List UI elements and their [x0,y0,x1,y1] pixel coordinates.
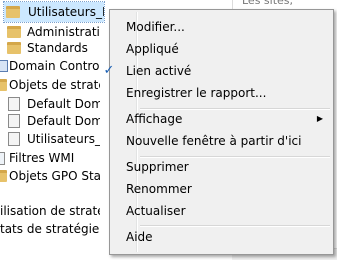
tree-item-label: Domain Contro [9,59,100,73]
menu-item-renommer[interactable]: Renommer [112,178,331,200]
menu-item-label: Modifier... [126,20,185,34]
folder-icon [0,79,7,91]
tree-item-label: Objets de straté [9,78,100,92]
tree-item-domain-controllers[interactable]: Domain Contro [0,56,100,76]
menu-item-nouvelle-fenetre[interactable]: Nouvelle fenêtre à partir d'ici [112,130,331,152]
menu-item-label: Supprimer [126,160,189,174]
checkmark-icon: ✓ [103,63,115,78]
menu-item-modifier[interactable]: Modifier... [112,16,331,38]
menu-item-label: Lien activé [126,64,192,78]
submenu-arrow-icon: ▶ [316,114,323,123]
menu-item-actualiser[interactable]: Actualiser [112,200,331,222]
gpo-icon [8,114,20,128]
tree-item-label: Utilisateurs_IF [28,5,104,19]
tree-item-label: Objets GPO Star [9,169,100,183]
folder-icon [7,26,21,38]
tree-item-label: Filtres WMI [9,151,75,165]
gpo-icon [8,132,20,146]
menu-item-label: Appliqué [126,42,179,56]
menu-item-label: Renommer [126,182,192,196]
tree-bottom-line-2: tats de stratégie d [0,219,100,239]
folder-icon [0,170,7,182]
menu-item-enregistrer-rapport[interactable]: Enregistrer le rapport... [112,82,331,104]
menu-item-label: Actualiser [126,204,186,218]
tree-item-label: Standards [27,41,88,55]
tree-item-label: Utilisateurs_ [27,132,100,146]
folder-icon [7,42,21,54]
folder-icon [6,6,20,18]
wmi-icon [0,152,5,165]
menu-item-label: Aide [126,230,153,244]
menu-item-label: Affichage [126,112,183,126]
tree-item-utilisateurs-if[interactable]: Utilisateurs_IF [3,1,105,23]
menu-item-applique[interactable]: Appliqué [112,38,331,60]
tree-item-standards[interactable]: Standards [4,38,104,58]
tree-item-objets-gpo-starter[interactable]: Objets GPO Star [0,166,100,186]
tree-item-objets-de-strategie[interactable]: Objets de straté [0,75,100,95]
menu-item-label: Enregistrer le rapport... [126,86,267,100]
menu-item-label: Nouvelle fenêtre à partir d'ici [126,134,302,148]
console-tree: Utilisateurs_IF Administrati Standards D… [0,0,105,259]
tree-bottom-text: tats de stratégie d [0,222,100,236]
menu-item-aide[interactable]: Aide [112,226,331,248]
tree-bottom-text: ilisation de stratég [0,204,100,218]
gpo-icon [8,97,20,111]
context-menu: Modifier... Appliqué ✓ Lien activé Enreg… [104,9,334,255]
tree-item-filtres-wmi[interactable]: Filtres WMI [0,148,100,168]
tree-item-utilisateurs[interactable]: Utilisateurs_ [0,129,100,149]
tree-item-default-domain-2[interactable]: Default Dom [0,111,100,131]
tree-bottom-line-1: ilisation de stratég [0,201,100,221]
domain-icon [0,60,8,72]
menu-item-supprimer[interactable]: Supprimer [112,156,331,178]
menu-item-lien-active[interactable]: ✓ Lien activé [104,60,331,82]
tree-item-label: Default Dom [27,114,100,128]
menu-item-affichage[interactable]: Affichage ▶ [112,108,331,130]
